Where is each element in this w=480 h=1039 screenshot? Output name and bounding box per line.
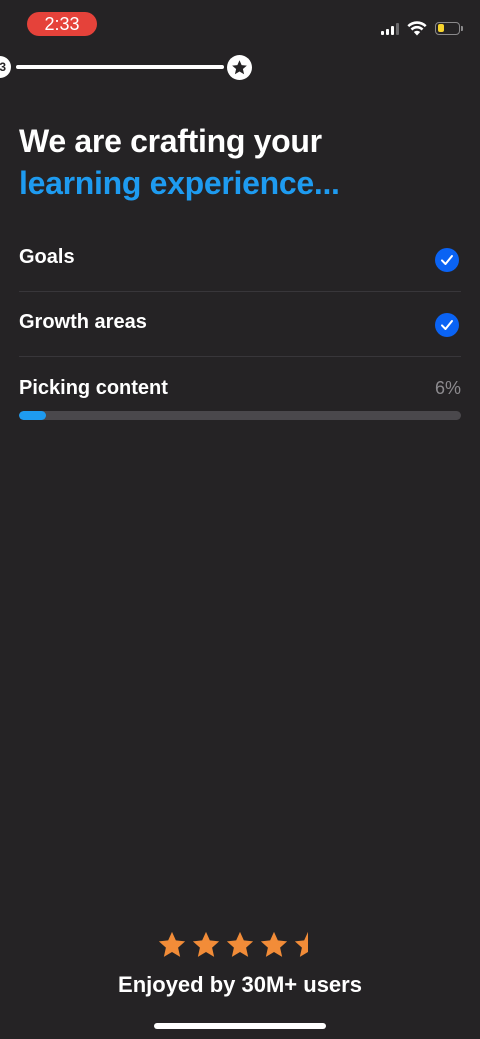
content-progress-bar [19, 411, 461, 420]
page-title: We are crafting your learning experience… [19, 120, 459, 204]
progress-track [16, 65, 224, 69]
star-icon [192, 931, 220, 957]
step-label: Goals [19, 246, 75, 268]
progress-percent: 6% [434, 378, 461, 398]
star-icon [227, 55, 252, 80]
step-goals: Goals [19, 227, 461, 292]
title-line-2: learning experience... [19, 165, 340, 201]
star-icon [294, 931, 308, 957]
content-progress-fill [19, 411, 46, 420]
check-circle-icon [435, 248, 459, 272]
current-step-label: Picking content [19, 377, 168, 399]
status-icons [381, 18, 463, 38]
step-growth-areas: Growth areas [19, 292, 461, 357]
star-icon [260, 931, 288, 957]
status-time: 2:33 [27, 12, 97, 36]
star-icon [158, 931, 186, 957]
star-icon [226, 931, 254, 957]
wifi-icon [407, 20, 427, 35]
rating-stars [0, 930, 480, 962]
step-label: Growth areas [19, 311, 147, 333]
social-proof-text: Enjoyed by 30M+ users [118, 972, 362, 997]
onboarding-progress: 3 [0, 54, 480, 82]
cellular-signal-icon [381, 21, 399, 35]
title-line-1: We are crafting your [19, 123, 322, 159]
social-proof: Enjoyed by 30M+ users [0, 930, 480, 998]
battery-icon [435, 21, 463, 35]
status-bar: 2:33 [0, 0, 480, 50]
check-circle-icon [435, 313, 459, 337]
home-indicator[interactable] [154, 1023, 326, 1029]
steps-list: Goals Growth areas [19, 227, 461, 357]
progress-step-node: 3 [0, 56, 11, 78]
